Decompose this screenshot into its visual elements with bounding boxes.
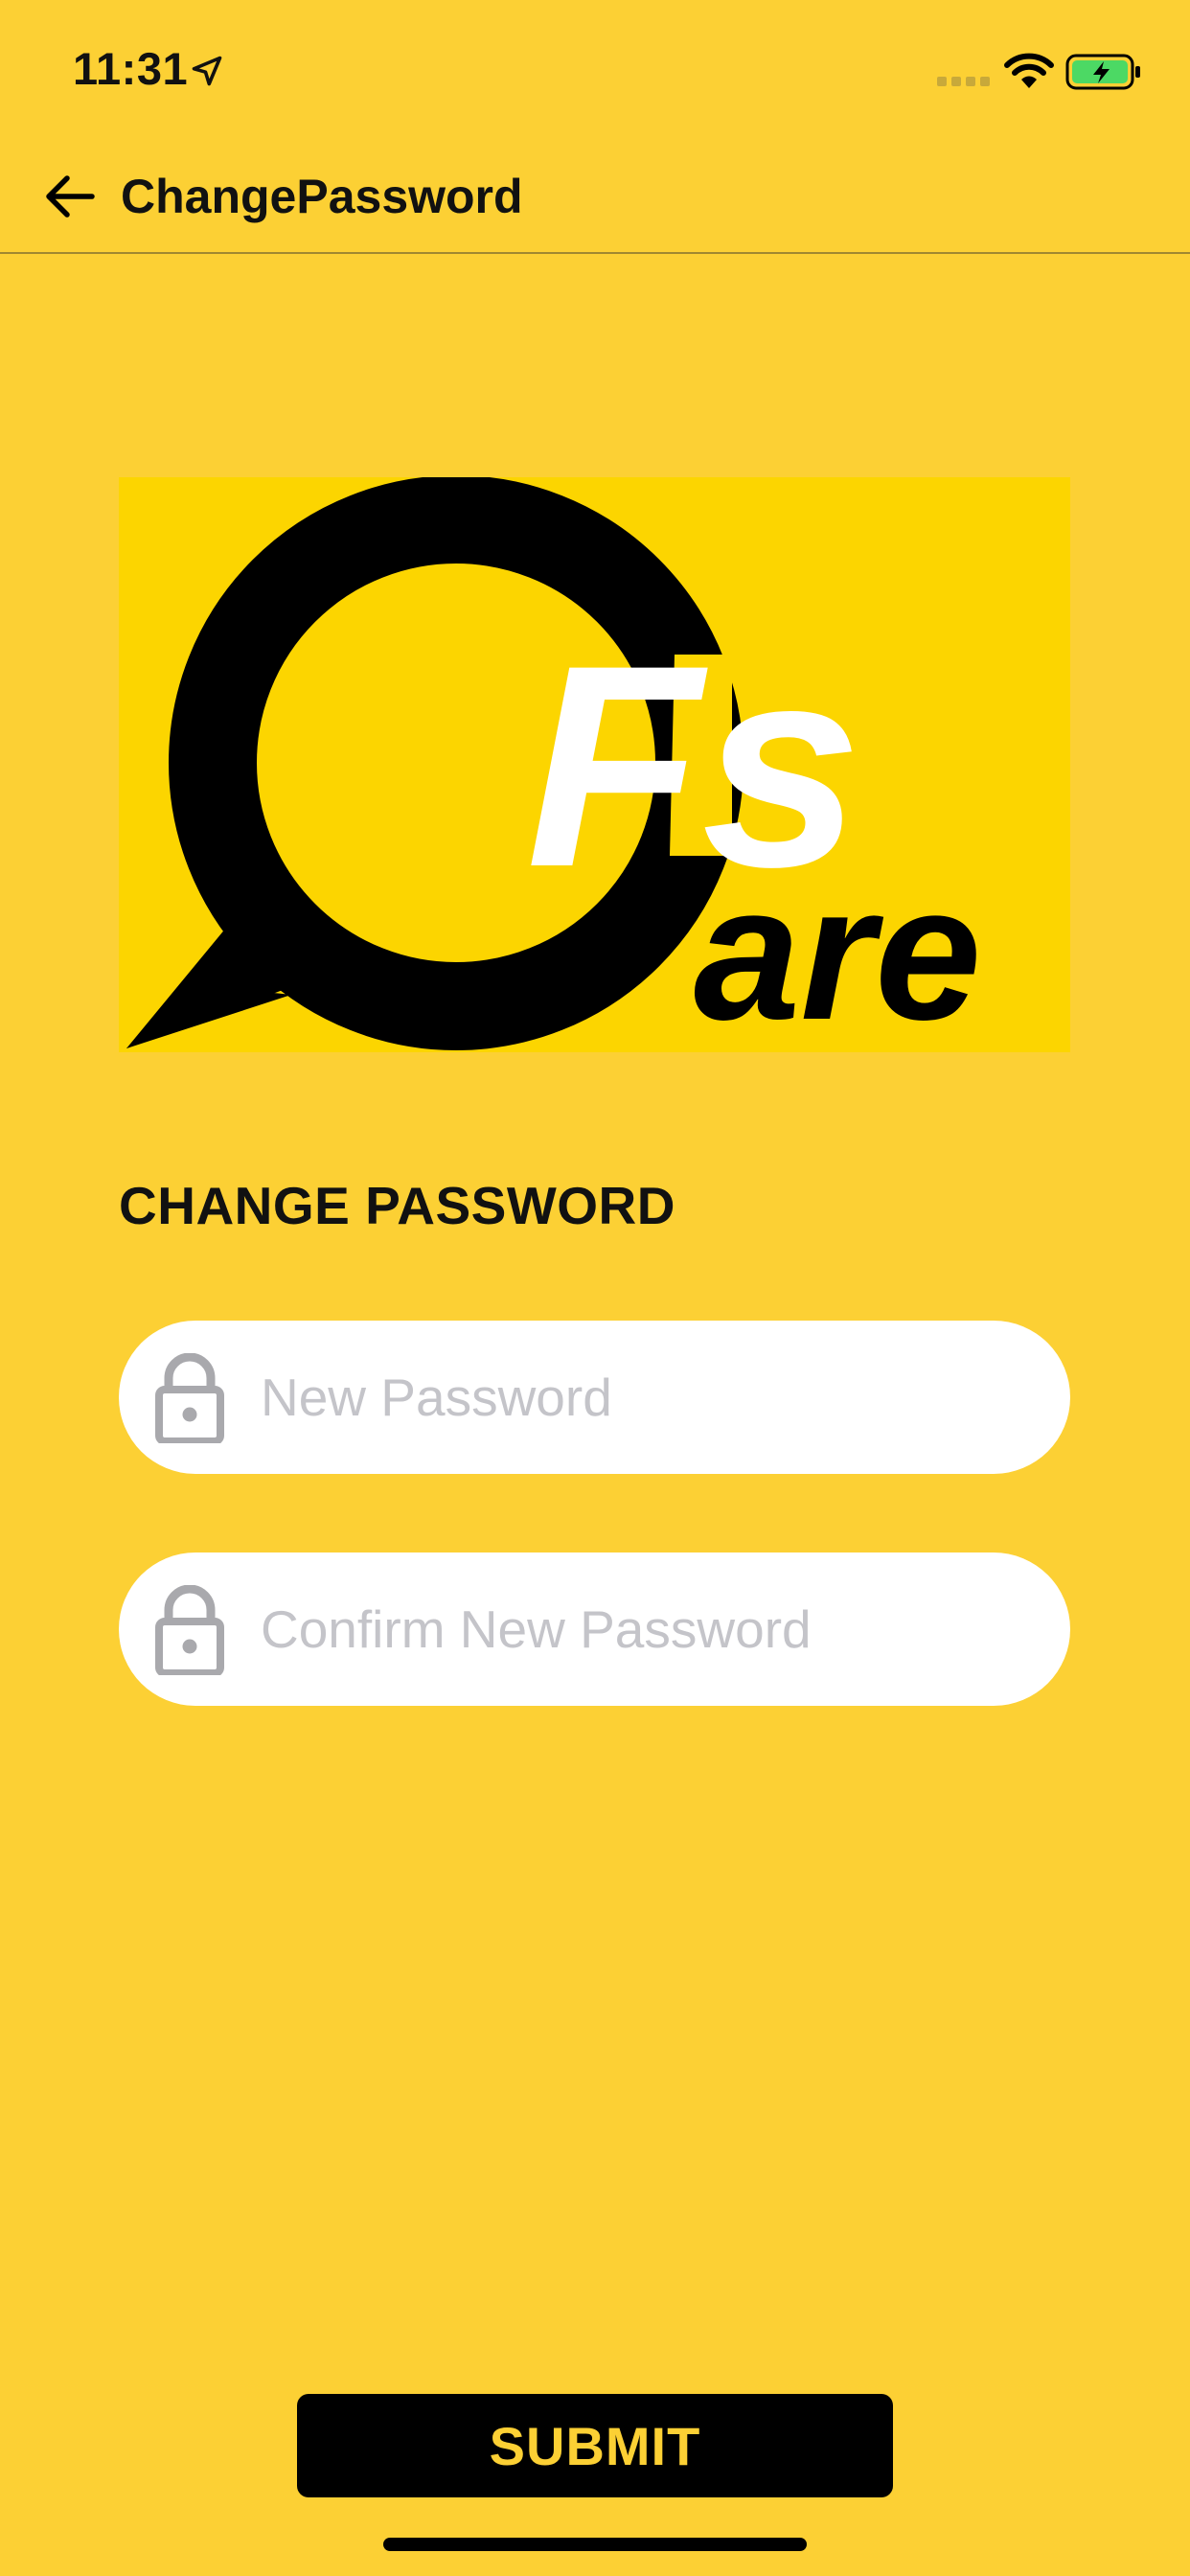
- back-button[interactable]: [36, 163, 103, 230]
- wifi-icon: [1004, 53, 1054, 88]
- lock-icon: [155, 1353, 224, 1443]
- new-password-input[interactable]: [261, 1321, 1027, 1474]
- confirm-password-field[interactable]: [119, 1552, 1070, 1706]
- arrow-left-icon: [46, 175, 95, 218]
- page-title: ChangePassword: [121, 170, 523, 223]
- new-password-field[interactable]: [119, 1321, 1070, 1474]
- confirm-password-input[interactable]: [261, 1552, 1027, 1706]
- battery-charging-icon: [1065, 54, 1140, 90]
- cellular-signal-icon: [937, 77, 990, 86]
- fscare-logo: Fs are: [119, 477, 1070, 1052]
- home-indicator: [383, 2538, 807, 2551]
- status-bar: 11:31: [0, 0, 1190, 144]
- change-password-heading: CHANGE PASSWORD: [119, 1176, 675, 1235]
- status-time: 11:31: [73, 43, 189, 94]
- navigation-bar: ChangePassword: [0, 144, 1190, 254]
- lock-icon: [155, 1585, 224, 1675]
- location-arrow-icon: [192, 56, 222, 86]
- logo-text-are: are: [694, 846, 981, 1052]
- submit-button[interactable]: SUBMIT: [297, 2394, 893, 2497]
